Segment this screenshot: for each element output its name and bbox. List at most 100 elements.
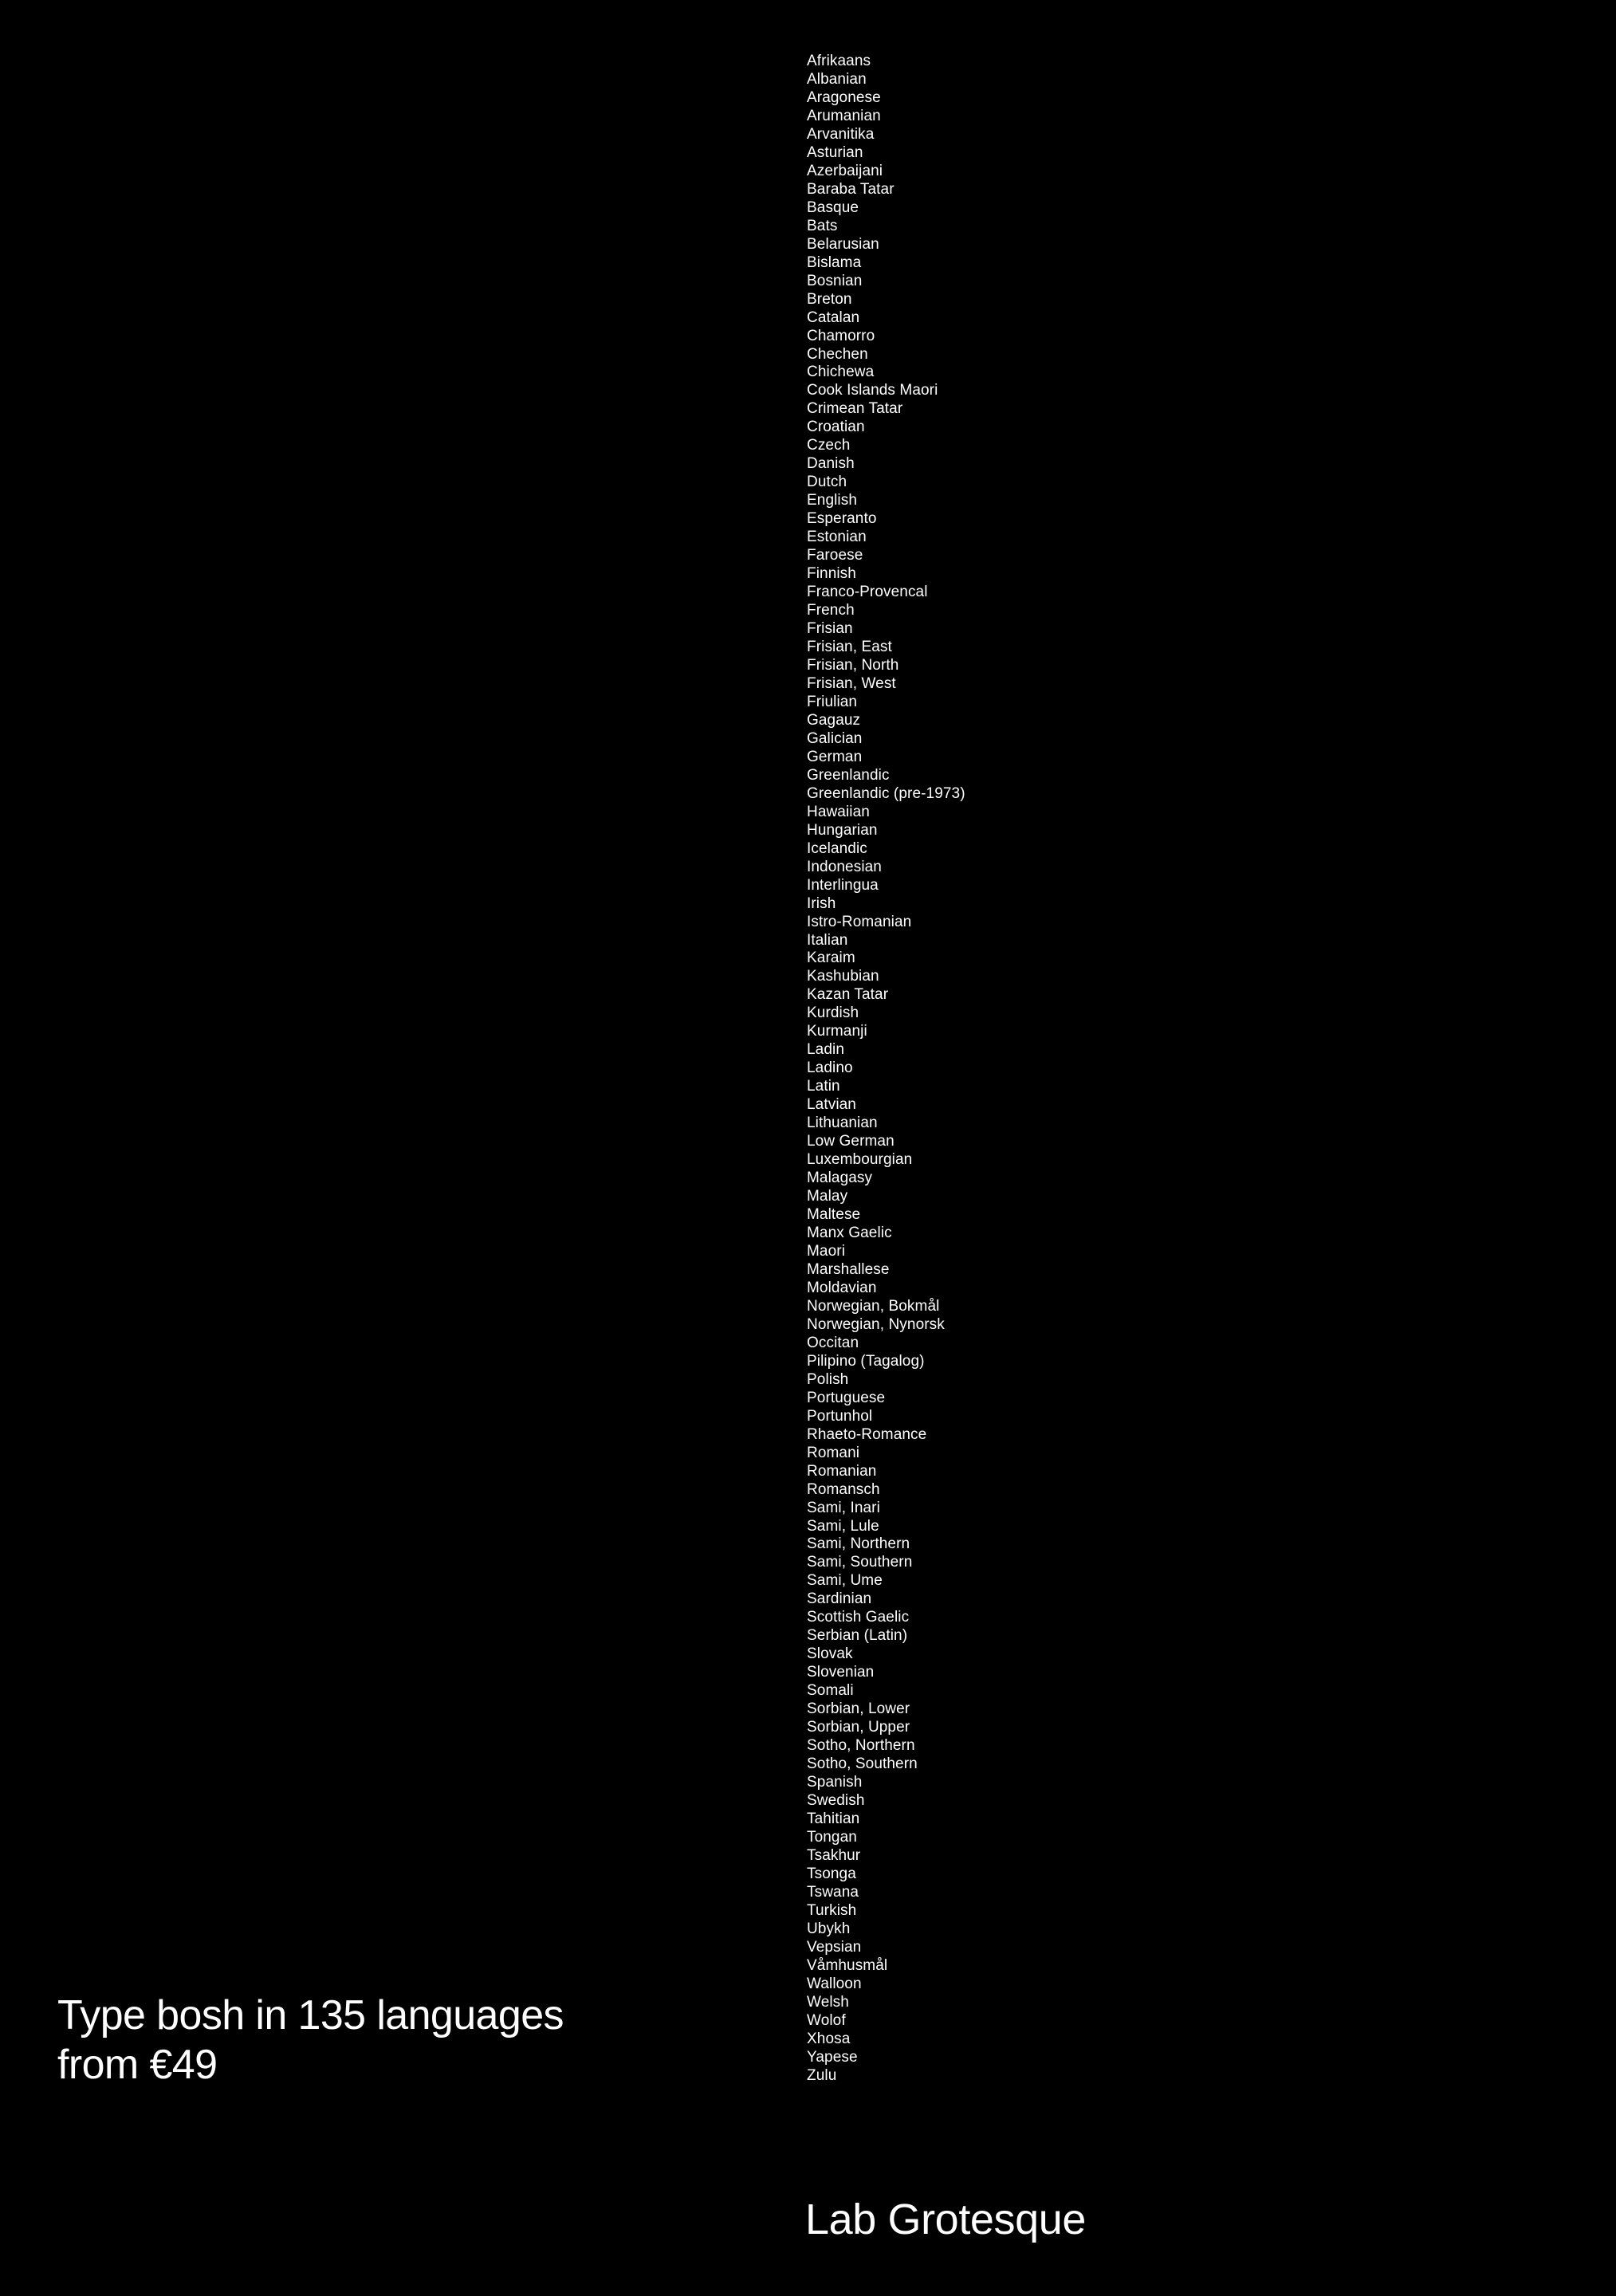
language-item: Malay — [807, 1188, 848, 1205]
language-item: Belarusian — [807, 235, 879, 253]
language-item: Latvian — [807, 1096, 856, 1114]
language-item: Swedish — [807, 1792, 865, 1810]
language-item: Croatian — [807, 419, 865, 436]
language-item: Polish — [807, 1370, 849, 1388]
language-item: Frisian, West — [807, 674, 896, 692]
language-item: Italian — [807, 931, 848, 949]
language-item: Yapese — [807, 2048, 858, 2066]
language-item: Romansch — [807, 1480, 880, 1498]
language-item: Serbian (Latin) — [807, 1627, 908, 1645]
language-item: Romani — [807, 1444, 860, 1461]
language-item: Kurmanji — [807, 1023, 867, 1040]
headline-line-2: from €49 — [57, 2042, 218, 2088]
language-item: Spanish — [807, 1774, 863, 1791]
language-item: Tswana — [807, 1883, 859, 1901]
language-item: Franco-Provencal — [807, 584, 928, 601]
language-item: Maltese — [807, 1206, 861, 1224]
language-item: Chamorro — [807, 327, 875, 344]
language-item: Hawaiian — [807, 803, 870, 820]
language-item: Portunhol — [807, 1407, 873, 1425]
language-item: Turkish — [807, 1901, 857, 1919]
language-item: Asturian — [807, 144, 863, 161]
language-item: Karaim — [807, 949, 855, 967]
headline: Type bosh in 135 languages from €49 — [57, 1991, 564, 2090]
language-item: Azerbaijani — [807, 162, 883, 179]
language-item: Bats — [807, 217, 838, 234]
language-item: Interlingua — [807, 876, 879, 894]
language-item: Chechen — [807, 345, 868, 363]
language-item: Maori — [807, 1242, 846, 1260]
language-item: Tongan — [807, 1828, 857, 1846]
language-item: Estonian — [807, 529, 867, 546]
language-item: Hungarian — [807, 821, 878, 839]
language-item: Albanian — [807, 70, 867, 88]
language-item: Afrikaans — [807, 53, 871, 69]
language-item: French — [807, 602, 855, 619]
language-item: Somali — [807, 1682, 854, 1700]
language-item: Slovak — [807, 1645, 853, 1663]
language-item: Crimean Tatar — [807, 400, 903, 418]
language-item: Walloon — [807, 1975, 862, 1992]
language-item: German — [807, 748, 863, 765]
language-item: Xhosa — [807, 2030, 851, 2047]
language-item: Tsakhur — [807, 1846, 861, 1864]
language-item: Sami, Ume — [807, 1572, 883, 1590]
language-item: Sami, Inari — [807, 1499, 880, 1516]
language-item: Frisian — [807, 620, 853, 638]
language-item: Ladino — [807, 1060, 853, 1077]
language-item: Danish — [807, 455, 855, 473]
language-list: Afrikaans Albanian Aragonese Arumanian Arvan… — [807, 53, 965, 2086]
language-item: Icelandic — [807, 839, 867, 857]
language-item: Kashubian — [807, 968, 879, 985]
language-item: Moldavian — [807, 1279, 877, 1296]
language-item: Baraba Tatar — [807, 180, 895, 198]
language-item: Scottish Gaelic — [807, 1609, 910, 1626]
language-item: Norwegian, Nynorsk — [807, 1315, 945, 1333]
language-item: Malagasy — [807, 1170, 873, 1187]
language-item: Tsonga — [807, 1865, 856, 1882]
language-item: Vepsian — [807, 1938, 862, 1956]
language-item: Finnish — [807, 565, 856, 583]
language-item: Ubykh — [807, 1920, 851, 1937]
language-item: Kurdish — [807, 1005, 859, 1022]
language-item: Arvanitika — [807, 125, 875, 143]
language-item: Sami, Lule — [807, 1517, 879, 1535]
language-item: Friulian — [807, 693, 858, 710]
language-item: Low German — [807, 1133, 895, 1150]
language-item: Manx Gaelic — [807, 1225, 892, 1241]
language-item: Sami, Southern — [807, 1554, 913, 1571]
language-item: Galician — [807, 729, 863, 747]
language-item: Catalan — [807, 309, 860, 326]
language-item: Frisian, North — [807, 656, 899, 674]
language-item: Portuguese — [807, 1389, 886, 1406]
language-item: Dutch — [807, 474, 847, 491]
language-item: English — [807, 492, 858, 509]
language-item: Faroese — [807, 547, 863, 564]
headline-line-1: Type bosh in 135 languages — [57, 1992, 564, 2038]
language-item: Sotho, Northern — [807, 1737, 915, 1755]
language-item: Greenlandic — [807, 766, 890, 784]
language-item: Sorbian, Upper — [807, 1719, 910, 1736]
language-item: Esperanto — [807, 510, 877, 528]
language-item: Wolof — [807, 2011, 846, 2029]
language-item: Slovenian — [807, 1664, 875, 1681]
language-item: Aragonese — [807, 88, 881, 106]
language-item: Sorbian, Lower — [807, 1700, 910, 1718]
brand-name: Lab Grotesque — [805, 2196, 1087, 2243]
language-item: Marshallese — [807, 1260, 890, 1278]
language-item: Breton — [807, 290, 852, 308]
language-item: Tahitian — [807, 1810, 860, 1827]
language-item: Bislama — [807, 254, 862, 271]
language-item: Occitan — [807, 1334, 859, 1351]
language-item: Sardinian — [807, 1590, 872, 1608]
language-item: Luxembourgian — [807, 1151, 913, 1169]
language-item: Norwegian, Bokmål — [807, 1297, 940, 1315]
language-item: Bosnian — [807, 272, 863, 289]
language-item: Sotho, Southern — [807, 1755, 918, 1773]
language-item: Rhaeto-Romance — [807, 1425, 927, 1443]
language-item: Romanian — [807, 1462, 877, 1480]
language-item: Våmhusmål — [807, 1956, 888, 1974]
language-item: Sami, Northern — [807, 1535, 910, 1553]
language-item: Chichewa — [807, 364, 875, 381]
language-item: Kazan Tatar — [807, 986, 889, 1004]
